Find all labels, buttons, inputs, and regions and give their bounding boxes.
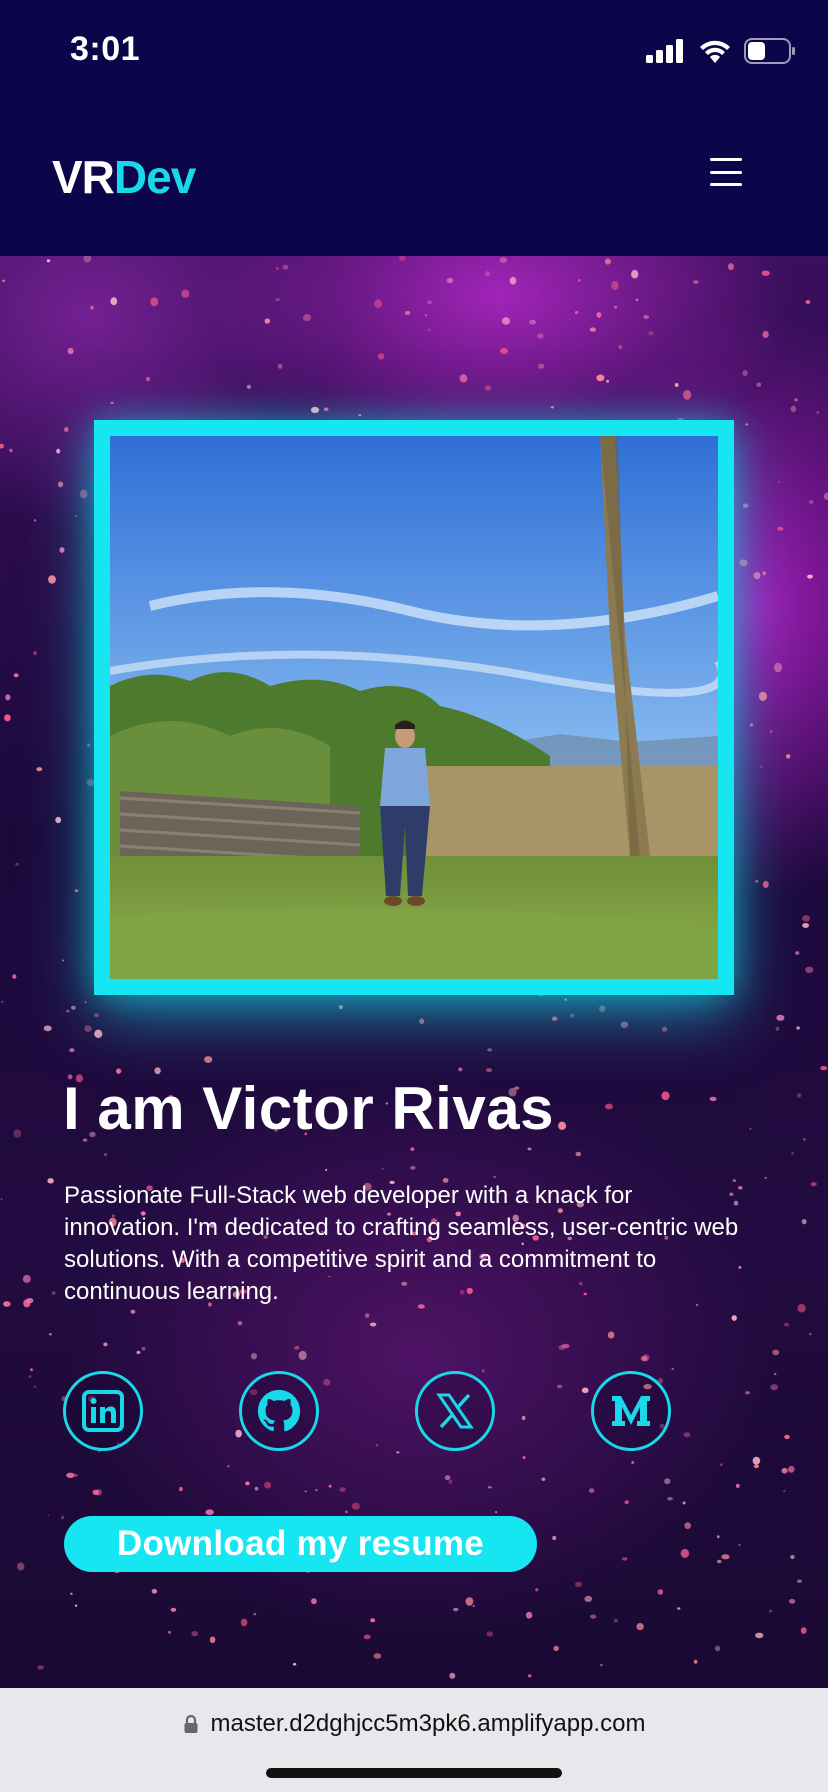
battery-icon (744, 38, 795, 64)
hero-description: Passionate Full-Stack web developer with… (64, 1182, 739, 1305)
status-icons (646, 34, 796, 68)
social-links (63, 1371, 703, 1451)
profile-photo-frame (94, 420, 734, 995)
github-link[interactable] (239, 1371, 319, 1451)
home-indicator[interactable] (266, 1768, 562, 1778)
hero-section: I am Victor Rivas Passionate Full-Stack … (0, 256, 828, 1688)
logo-vr: VR (52, 151, 115, 203)
lock-icon (184, 1714, 198, 1733)
wifi-icon (700, 40, 730, 63)
medium-icon (612, 1396, 650, 1426)
signal-icon (646, 39, 683, 63)
x-link[interactable] (415, 1371, 495, 1451)
status-bar: 3:01 (0, 0, 828, 100)
hamburger-menu-icon[interactable] (710, 156, 742, 188)
linkedin-link[interactable] (63, 1371, 143, 1451)
hero-title: I am Victor Rivas (63, 1075, 554, 1142)
url-text: master.d2dghjcc5m3pk6.amplifyapp.com (210, 1710, 646, 1737)
logo-dev: Dev (113, 151, 196, 203)
linkedin-icon (82, 1390, 124, 1432)
profile-photo (110, 436, 718, 979)
x-icon (436, 1393, 474, 1429)
medium-link[interactable] (591, 1371, 671, 1451)
browser-url-bar[interactable]: master.d2dghjcc5m3pk6.amplifyapp.com (0, 1688, 828, 1792)
download-resume-button[interactable]: Download my resume (64, 1516, 537, 1572)
url-display[interactable]: master.d2dghjcc5m3pk6.amplifyapp.com (0, 1710, 828, 1738)
github-icon (257, 1389, 301, 1432)
site-header: VRDev (0, 100, 828, 256)
status-time: 3:01 (70, 30, 141, 68)
site-logo[interactable]: VRDev (52, 150, 196, 204)
